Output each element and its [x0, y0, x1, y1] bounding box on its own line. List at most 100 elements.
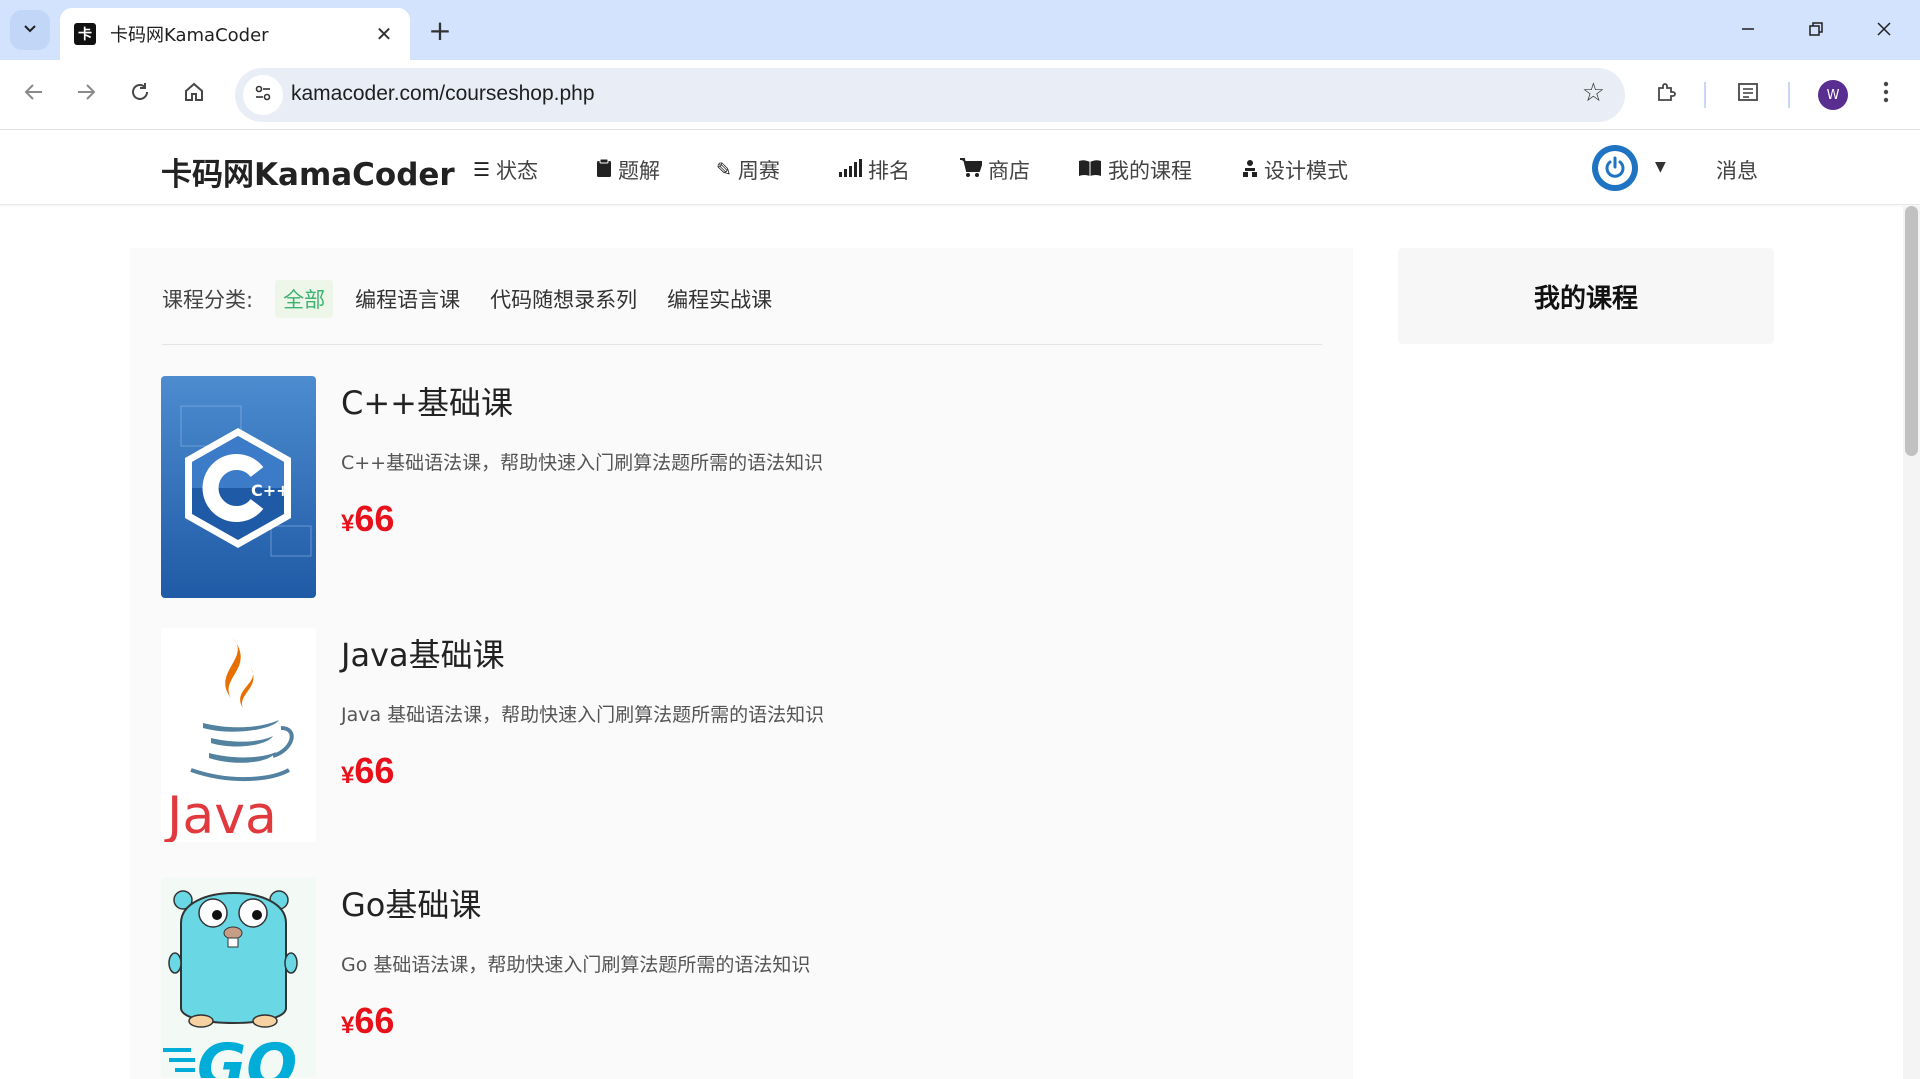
close-icon[interactable]: ✕	[372, 22, 396, 46]
page-scrollbar-thumb[interactable]	[1905, 206, 1918, 456]
book-icon	[1078, 159, 1102, 182]
nav-label: 周赛	[737, 159, 780, 183]
new-tab-button[interactable]: +	[424, 13, 456, 47]
nav-label: 设计模式	[1264, 159, 1348, 183]
profile-avatar[interactable]: W	[1818, 80, 1848, 110]
favicon-icon: 卡	[74, 23, 96, 45]
reload-icon	[129, 81, 151, 109]
category-filter: 课程分类: 全部 编程语言课 代码随想录系列 编程实战课	[162, 280, 794, 318]
close-icon	[1876, 18, 1892, 42]
reading-list-button[interactable]	[1728, 75, 1768, 115]
browser-toolbar: kamacoder.com/courseshop.php ☆ W	[0, 60, 1920, 130]
url-text[interactable]: kamacoder.com/courseshop.php	[291, 82, 595, 106]
reading-list-icon	[1736, 80, 1760, 110]
caret-down-icon[interactable]: ▼	[1655, 159, 1666, 175]
currency-symbol: ¥	[341, 510, 355, 537]
reload-button[interactable]	[120, 75, 160, 115]
course-thumbnail-java[interactable]: Java	[161, 628, 316, 842]
my-courses-title: 我的课程	[1533, 283, 1638, 314]
nav-item-solutions[interactable]: 题解	[596, 155, 660, 185]
tab-search-button[interactable]	[10, 10, 50, 50]
toolbar-separator	[1704, 82, 1706, 108]
currency-symbol: ¥	[341, 762, 355, 789]
site-brand-link[interactable]: 卡码网KamaCoder	[161, 149, 455, 194]
currency-symbol: ¥	[341, 1012, 355, 1039]
course-price: ¥66	[341, 498, 394, 540]
my-courses-card: 我的课程	[1398, 248, 1774, 344]
browser-tabstrip: 卡 卡码网KamaCoder ✕ +	[0, 0, 1920, 60]
minimize-icon	[1740, 18, 1756, 42]
cpp-logo-text: C++	[251, 481, 290, 500]
course-description: Go 基础语法课，帮助快速入门刷算法题所需的语法知识	[341, 954, 811, 976]
extensions-button[interactable]	[1646, 75, 1686, 115]
nav-item-shop[interactable]: 商店	[960, 155, 1030, 185]
filter-label: 课程分类:	[162, 288, 254, 312]
nav-label: 我的课程	[1108, 159, 1192, 183]
address-bar[interactable]: kamacoder.com/courseshop.php ☆	[235, 68, 1625, 122]
course-title[interactable]: Java基础课	[341, 630, 505, 676]
nav-label: 排名	[868, 159, 910, 183]
restore-button[interactable]	[1796, 12, 1836, 48]
kebab-icon	[1883, 81, 1889, 109]
restore-icon	[1808, 18, 1824, 42]
messages-link[interactable]: 消息	[1716, 155, 1758, 185]
go-logo-text: GO	[197, 1031, 297, 1078]
nav-label: 商店	[988, 159, 1030, 183]
price-amount: 66	[354, 750, 395, 791]
user-menu-avatar[interactable]	[1592, 145, 1638, 191]
filter-option-code-series[interactable]: 代码随想录系列	[482, 280, 645, 318]
nav-label: 状态	[496, 159, 539, 183]
power-icon	[1598, 151, 1632, 185]
chevron-down-icon	[22, 20, 38, 40]
nav-item-ranking[interactable]: 排名	[838, 155, 910, 185]
browser-menu-button[interactable]	[1866, 75, 1906, 115]
course-thumbnail-cpp[interactable]: C++	[161, 376, 316, 598]
pencil-icon: ✎	[716, 159, 732, 181]
nav-item-design-patterns[interactable]: 设计模式	[1242, 155, 1348, 185]
arrow-left-icon	[23, 81, 45, 109]
java-logo-text: Java	[164, 786, 277, 842]
nav-label: 题解	[618, 159, 660, 183]
forward-button[interactable]	[66, 75, 106, 115]
home-icon	[183, 81, 205, 109]
plus-icon: +	[428, 13, 452, 47]
clipboard-icon	[596, 158, 612, 183]
back-button[interactable]	[14, 75, 54, 115]
course-item-cpp[interactable]: C++ C++基础课 C++基础语法课，帮助快速入门刷算法题所需的语法知识 ¥6…	[161, 376, 1321, 606]
list-icon: ☰	[473, 159, 491, 181]
star-icon[interactable]: ☆	[1582, 78, 1605, 108]
filter-option-languages[interactable]: 编程语言课	[347, 280, 468, 318]
site-info-button[interactable]	[243, 75, 283, 115]
signal-icon	[838, 158, 862, 182]
browser-tab-active[interactable]: 卡 卡码网KamaCoder ✕	[60, 8, 410, 60]
filter-divider	[162, 344, 1322, 345]
tune-icon	[253, 83, 273, 108]
filter-option-all[interactable]: 全部	[275, 280, 334, 318]
toolbar-separator	[1788, 82, 1790, 108]
price-amount: 66	[354, 1000, 395, 1041]
nav-item-status[interactable]: ☰ 状态	[473, 155, 538, 185]
arrow-right-icon	[75, 81, 97, 109]
price-amount: 66	[354, 498, 395, 539]
nav-item-weekly-contest[interactable]: ✎ 周赛	[716, 155, 780, 185]
course-price: ¥66	[341, 750, 394, 792]
window-close-button[interactable]	[1864, 12, 1904, 48]
course-item-java[interactable]: Java Java基础课 Java 基础语法课，帮助快速入门刷算法题所需的语法知…	[161, 628, 1321, 858]
minimize-button[interactable]	[1728, 12, 1768, 48]
puzzle-icon	[1654, 80, 1678, 110]
nav-item-my-courses[interactable]: 我的课程	[1078, 155, 1192, 185]
course-price: ¥66	[341, 1000, 394, 1042]
course-description: Java 基础语法课，帮助快速入门刷算法题所需的语法知识	[341, 704, 825, 726]
cart-icon	[960, 157, 984, 183]
course-description: C++基础语法课，帮助快速入门刷算法题所需的语法知识	[341, 452, 824, 474]
sitemap-icon	[1242, 159, 1258, 182]
course-item-go[interactable]: GO Go基础课 Go 基础语法课，帮助快速入门刷算法题所需的语法知识 ¥66	[161, 878, 1321, 1079]
course-title[interactable]: C++基础课	[341, 378, 513, 424]
course-thumbnail-go[interactable]: GO	[161, 878, 316, 1078]
course-title[interactable]: Go基础课	[341, 880, 481, 926]
site-navbar: 卡码网KamaCoder ☰ 状态 题解 ✎ 周赛 排名 商店 我的课程 设计模…	[0, 131, 1920, 205]
home-button[interactable]	[174, 75, 214, 115]
tab-title: 卡码网KamaCoder	[110, 25, 269, 46]
filter-option-practice[interactable]: 编程实战课	[659, 280, 780, 318]
course-list-panel: 课程分类: 全部 编程语言课 代码随想录系列 编程实战课 C++ C++基础课 …	[130, 248, 1353, 1079]
